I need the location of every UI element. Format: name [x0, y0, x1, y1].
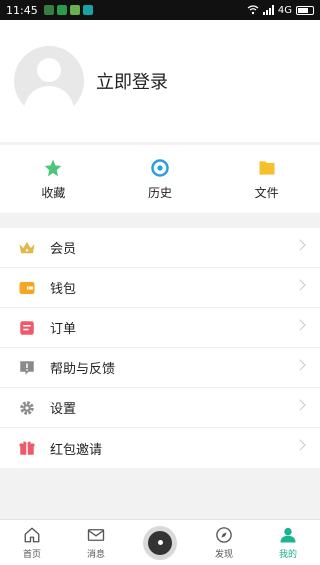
wallet-icon [18, 279, 36, 297]
menu-item-settings[interactable]: 设置 [0, 388, 320, 428]
quick-actions: 收藏 历史 文件 [0, 145, 320, 213]
gear-icon [18, 399, 36, 417]
record-icon [143, 525, 177, 560]
menu-item-label: 订单 [50, 322, 77, 337]
mail-icon [87, 528, 105, 541]
notification-icon [69, 5, 80, 15]
chevron-right-icon [294, 319, 306, 331]
files-button[interactable]: 文件 [213, 145, 320, 213]
order-icon [18, 319, 36, 337]
crown-icon [18, 239, 36, 257]
profile-header[interactable]: 立即登录 [0, 20, 320, 142]
menu-item-label: 帮助与反馈 [50, 362, 116, 377]
menu-item-wallet[interactable]: 钱包 [0, 268, 320, 308]
network-type: 4G [277, 4, 292, 16]
home-icon [24, 527, 40, 542]
tab-discover[interactable]: 发现 [192, 520, 256, 565]
chevron-right-icon [294, 359, 306, 371]
menu-item-label: 会员 [50, 242, 77, 257]
menu-item-label: 红包邀请 [50, 442, 103, 458]
notification-icon [43, 5, 54, 15]
wifi-icon [247, 5, 259, 15]
eye-icon [151, 158, 169, 177]
menu-item-membership[interactable]: 会员 [0, 228, 320, 268]
history-button[interactable]: 历史 [107, 145, 214, 213]
tab-mine[interactable]: 我的 [256, 520, 320, 565]
star-icon [44, 159, 62, 176]
tab-label: 消息 [86, 549, 105, 560]
chevron-right-icon [294, 439, 306, 451]
files-label: 文件 [254, 185, 279, 200]
status-bar: 11:45 4G [0, 0, 320, 20]
help-icon [18, 359, 36, 377]
battery-icon [296, 5, 314, 15]
chevron-right-icon [294, 239, 306, 251]
gift-icon [18, 439, 36, 457]
tab-messages[interactable]: 消息 [64, 520, 128, 565]
avatar[interactable] [14, 46, 84, 116]
menu-list: 会员 钱包 订单 帮助与反馈 设置 红包邀请 [0, 228, 320, 468]
notification-icon [56, 5, 67, 15]
menu-item-red-packet-invite[interactable]: 红包邀请 [0, 428, 320, 468]
compass-icon [216, 526, 232, 543]
bottom-tab-bar: 首页 消息 发现 我的 [0, 519, 320, 565]
person-icon [280, 527, 296, 542]
tab-label: 发现 [214, 549, 233, 560]
tab-label: 首页 [22, 549, 41, 560]
login-link[interactable]: 立即登录 [96, 68, 168, 94]
chevron-right-icon [294, 399, 306, 411]
tab-label: 我的 [278, 549, 297, 560]
menu-item-label: 钱包 [50, 282, 77, 297]
menu-item-orders[interactable]: 订单 [0, 308, 320, 348]
notification-icon [82, 5, 93, 15]
menu-item-help-feedback[interactable]: 帮助与反馈 [0, 348, 320, 388]
signal-icon [262, 5, 274, 15]
chevron-right-icon [294, 279, 306, 291]
tab-center-record[interactable] [128, 520, 192, 565]
menu-item-label: 设置 [50, 402, 77, 417]
status-time: 11:45 [6, 3, 38, 17]
tab-home[interactable]: 首页 [0, 520, 64, 565]
history-label: 历史 [148, 185, 173, 200]
favorites-button[interactable]: 收藏 [0, 145, 107, 213]
folder-icon [259, 160, 275, 175]
favorites-label: 收藏 [41, 185, 66, 200]
